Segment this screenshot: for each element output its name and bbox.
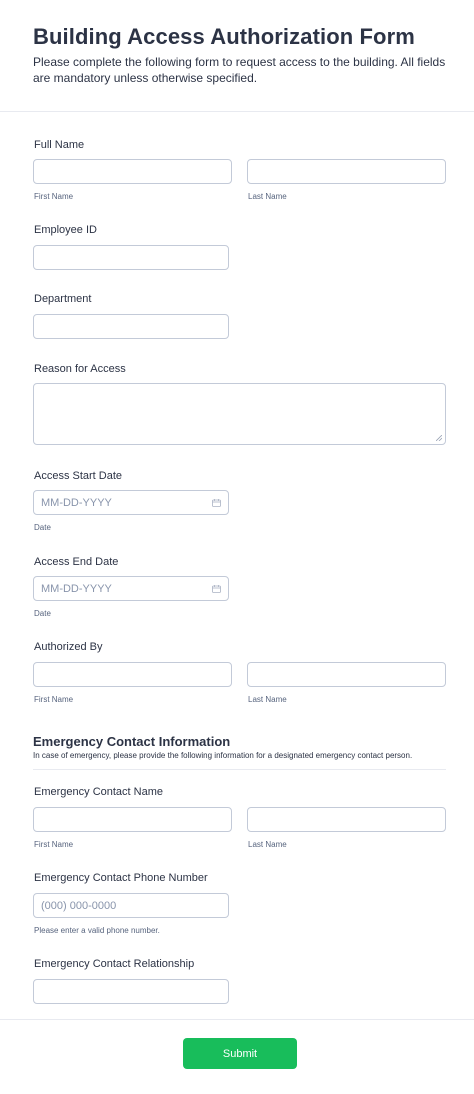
authorized-by-label: Authorized By	[34, 641, 103, 653]
emergency-relationship-input[interactable]	[33, 979, 229, 1004]
emergency-section-divider	[33, 769, 446, 770]
emergency-phone-input[interactable]: (000) 000-0000	[33, 893, 229, 918]
submit-button[interactable]: Submit	[183, 1038, 297, 1069]
end-date-label: Access End Date	[34, 556, 119, 568]
start-date-sublabel: Date	[34, 523, 51, 532]
reason-textarea[interactable]	[33, 383, 446, 445]
form-title: Building Access Authorization Form	[33, 24, 415, 49]
emergency-section-description: In case of emergency, please provide the…	[33, 751, 413, 760]
footer-divider	[0, 1019, 474, 1020]
full-name-first-sublabel: First Name	[34, 192, 74, 201]
emergency-name-label: Emergency Contact Name	[34, 786, 163, 798]
emergency-name-first-sublabel: First Name	[34, 840, 74, 849]
employee-id-input[interactable]	[33, 245, 229, 270]
reason-label: Reason for Access	[34, 363, 126, 375]
emergency-section-title: Emergency Contact Information	[33, 734, 231, 749]
authorized-by-first-input[interactable]	[33, 662, 232, 687]
calendar-icon[interactable]	[212, 499, 221, 507]
emergency-phone-sublabel: Please enter a valid phone number.	[34, 926, 160, 935]
emergency-relationship-label: Emergency Contact Relationship	[34, 958, 195, 970]
employee-id-label: Employee ID	[34, 224, 97, 236]
full-name-last-input[interactable]	[247, 159, 446, 184]
form-subtitle: Please complete the following form to re…	[33, 55, 446, 85]
authorized-by-last-sublabel: Last Name	[248, 695, 287, 704]
end-date-input[interactable]: MM-DD-YYYY	[33, 576, 229, 601]
start-date-label: Access Start Date	[34, 470, 123, 482]
start-date-input[interactable]: MM-DD-YYYY	[33, 490, 229, 515]
full-name-label: Full Name	[34, 139, 85, 151]
calendar-icon[interactable]	[212, 585, 221, 593]
authorized-by-first-sublabel: First Name	[34, 695, 74, 704]
department-input[interactable]	[33, 314, 229, 339]
header-divider	[0, 111, 474, 112]
department-label: Department	[34, 293, 92, 305]
emergency-name-last-sublabel: Last Name	[248, 840, 287, 849]
full-name-first-input[interactable]	[33, 159, 232, 184]
emergency-phone-label: Emergency Contact Phone Number	[34, 872, 208, 884]
end-date-sublabel: Date	[34, 609, 51, 618]
start-date-placeholder: MM-DD-YYYY	[41, 496, 112, 509]
emergency-phone-placeholder: (000) 000-0000	[41, 899, 117, 912]
emergency-name-first-input[interactable]	[33, 807, 232, 832]
end-date-placeholder: MM-DD-YYYY	[41, 582, 112, 595]
resize-handle-icon[interactable]	[436, 435, 442, 441]
emergency-name-last-input[interactable]	[247, 807, 446, 832]
authorized-by-last-input[interactable]	[247, 662, 446, 687]
full-name-last-sublabel: Last Name	[248, 192, 287, 201]
